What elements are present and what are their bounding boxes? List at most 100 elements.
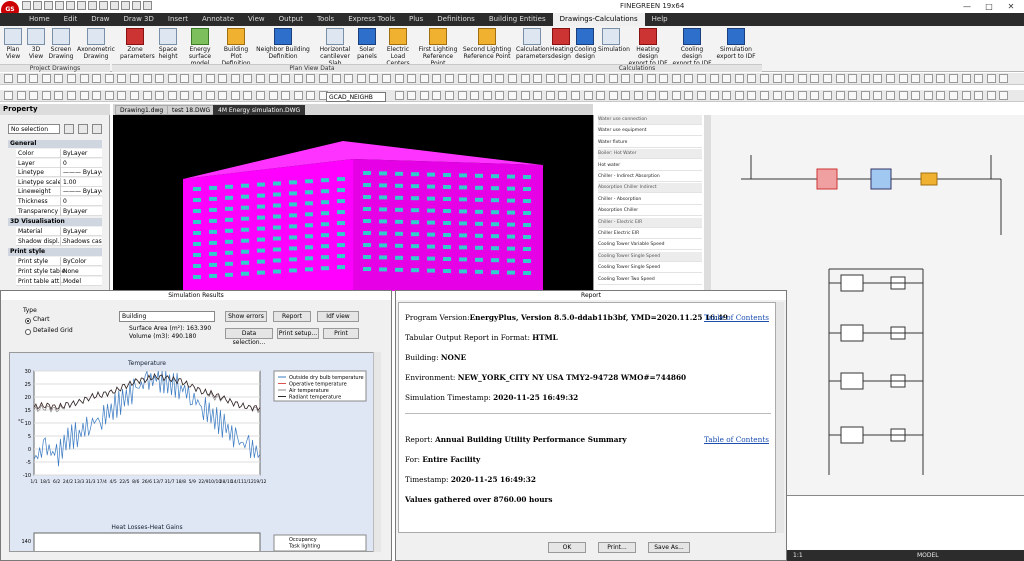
- toolbar-tool-icon[interactable]: [923, 74, 933, 83]
- toolbar-tool-icon[interactable]: [482, 91, 492, 100]
- toolbar-tool-icon[interactable]: [923, 91, 933, 100]
- toolbar-tool-icon[interactable]: [848, 91, 858, 100]
- report-scrollbar[interactable]: [776, 302, 784, 533]
- toolbar-tool-icon[interactable]: [508, 74, 517, 83]
- command-line[interactable]: [787, 495, 1024, 543]
- toolbar-tool-icon[interactable]: [243, 74, 253, 83]
- toolbar-tool-icon[interactable]: [936, 91, 946, 100]
- ribbon-button-12[interactable]: First Lighting Reference Point: [418, 28, 458, 67]
- toolbar-tool-icon[interactable]: [797, 74, 807, 83]
- toolbar-tool-icon[interactable]: [281, 74, 291, 83]
- toolbar-tool-icon[interactable]: [986, 91, 996, 100]
- property-row[interactable]: Thickness 0: [16, 197, 102, 206]
- toolbar-tool-icon[interactable]: [533, 74, 543, 83]
- select-objects-icon[interactable]: [78, 124, 88, 134]
- property-row[interactable]: Linetype scale 1.00: [16, 177, 102, 187]
- property-row[interactable]: Print style ByColor: [16, 257, 102, 267]
- component-item[interactable]: Chiller - Electric EIR: [598, 217, 702, 228]
- ok-button[interactable]: OK: [548, 542, 586, 553]
- toolbar-tool-icon[interactable]: [999, 74, 1009, 83]
- toolbar-tool-icon[interactable]: [697, 91, 706, 100]
- toolbar-tool-icon[interactable]: [760, 74, 769, 83]
- ribbon-button-5[interactable]: Space height: [156, 28, 180, 60]
- ribbon-button-0[interactable]: Plan View: [2, 28, 24, 60]
- toolbar-tool-icon[interactable]: [79, 74, 89, 83]
- toolbar-tool-icon[interactable]: [873, 91, 883, 100]
- toolbar-tool-icon[interactable]: [104, 74, 114, 83]
- property-section-1[interactable]: 3D Visualisation: [8, 218, 102, 227]
- menu-tab-6[interactable]: View: [241, 13, 272, 26]
- menu-tab-14[interactable]: Help: [645, 13, 675, 26]
- toolbar-tool-icon[interactable]: [596, 91, 606, 100]
- property-row[interactable]: Print style table None: [16, 267, 102, 276]
- toolbar-tool-icon[interactable]: [709, 74, 719, 83]
- toolbar-tool-icon[interactable]: [445, 91, 454, 100]
- toolbar-tool-icon[interactable]: [470, 91, 480, 100]
- toolbar-tool-icon[interactable]: [482, 74, 492, 83]
- doc-tab-1[interactable]: test 18.DWG: [167, 105, 216, 115]
- toolbar-tool-icon[interactable]: [747, 74, 757, 83]
- toolbar-tool-icon[interactable]: [571, 91, 580, 100]
- toolbar-tool-icon[interactable]: [79, 91, 89, 100]
- toolbar-tool-icon[interactable]: [218, 91, 228, 100]
- toolbar-tool-icon[interactable]: [545, 74, 555, 83]
- toolbar-tool-icon[interactable]: [41, 91, 51, 100]
- toolbar-tool-icon[interactable]: [684, 91, 694, 100]
- toolbar-tool-icon[interactable]: [520, 91, 530, 100]
- properties-icon[interactable]: [110, 1, 119, 10]
- component-item[interactable]: Boiler: Hot Water: [598, 149, 702, 160]
- toolbar-tool-icon[interactable]: [256, 74, 265, 83]
- toolbar-tool-icon[interactable]: [671, 91, 681, 100]
- save-icon[interactable]: [44, 1, 53, 10]
- menu-tab-3[interactable]: Draw 3D: [117, 13, 161, 26]
- toolbar-tool-icon[interactable]: [193, 74, 202, 83]
- toolbar-tool-icon[interactable]: [671, 74, 681, 83]
- toolbar-tool-icon[interactable]: [835, 91, 845, 100]
- toolbar-tool-icon[interactable]: [772, 91, 782, 100]
- minimize-icon[interactable]: —: [956, 0, 978, 13]
- toolbar-tool-icon[interactable]: [634, 91, 643, 100]
- model-label[interactable]: MODEL: [917, 550, 939, 561]
- menu-tab-0[interactable]: Home: [22, 13, 57, 26]
- toolbar-tool-icon[interactable]: [722, 91, 732, 100]
- toolbar-tool-icon[interactable]: [961, 74, 971, 83]
- toolbar-tool-icon[interactable]: [810, 74, 820, 83]
- toolbar-tool-icon[interactable]: [167, 91, 177, 100]
- toolbar-tool-icon[interactable]: [785, 74, 795, 83]
- toolbar-tool-icon[interactable]: [29, 74, 39, 83]
- toolbar-tool-icon[interactable]: [760, 91, 769, 100]
- toolbar-tool-icon[interactable]: [432, 91, 442, 100]
- toolbar-tool-icon[interactable]: [545, 91, 555, 100]
- property-row[interactable]: Layer 0: [16, 158, 102, 168]
- toolbar-tool-icon[interactable]: [306, 91, 316, 100]
- toolbar-tool-icon[interactable]: [949, 74, 958, 83]
- ribbon-button-16[interactable]: Cooling design: [574, 28, 596, 60]
- component-item[interactable]: Water use connection: [598, 115, 702, 125]
- toolbar-tool-icon[interactable]: [54, 91, 64, 100]
- show-errors-button[interactable]: Show errors: [225, 311, 267, 322]
- menu-tab-2[interactable]: Draw: [84, 13, 116, 26]
- toolbar-tool-icon[interactable]: [54, 74, 64, 83]
- toolbar-tool-icon[interactable]: [407, 91, 417, 100]
- component-item[interactable]: Hot water: [598, 161, 702, 171]
- toolbar-tool-icon[interactable]: [29, 91, 39, 100]
- toolbar-tool-icon[interactable]: [873, 74, 883, 83]
- toolbar-tool-icon[interactable]: [419, 74, 429, 83]
- toolbar-tool-icon[interactable]: [886, 74, 895, 83]
- toolbar-tool-icon[interactable]: [986, 74, 996, 83]
- ribbon-button-19[interactable]: Cooling design export to IDF: [672, 28, 712, 67]
- toolbar-tool-icon[interactable]: [495, 74, 505, 83]
- scale-label[interactable]: 1:1: [793, 550, 803, 561]
- ribbon-button-6[interactable]: Energy surface model: [184, 28, 216, 67]
- toolbar-tool-icon[interactable]: [205, 74, 215, 83]
- toolbar-tool-icon[interactable]: [16, 74, 26, 83]
- toolbar-tool-icon[interactable]: [457, 91, 467, 100]
- new-icon[interactable]: [22, 1, 31, 10]
- component-item[interactable]: Cooling Tower Variable Speed: [598, 240, 702, 251]
- toolbar-tool-icon[interactable]: [419, 91, 429, 100]
- property-section-0[interactable]: General: [8, 140, 102, 148]
- ribbon-button-7[interactable]: Building Plot Definition: [220, 28, 252, 67]
- toolbar-tool-icon[interactable]: [785, 91, 795, 100]
- zoom-icon[interactable]: [88, 1, 97, 10]
- property-row[interactable]: Transparency ByLayer: [16, 206, 102, 216]
